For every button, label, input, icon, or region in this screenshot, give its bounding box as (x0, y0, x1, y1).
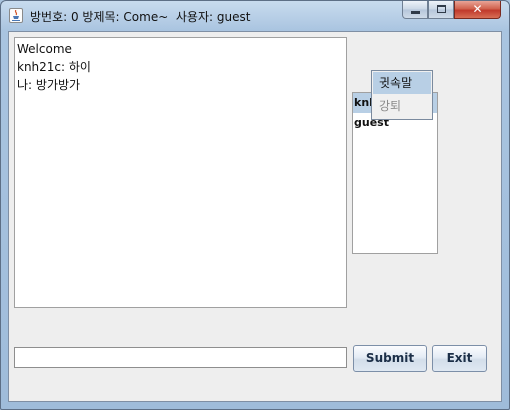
title-bar[interactable]: 방번호: 0 방제목: Come~ 사용자: guest ✕ (1, 1, 509, 31)
message-input[interactable] (14, 347, 347, 368)
menu-item-kick[interactable]: 강퇴 (373, 95, 431, 117)
chat-message: 나: 방가방가 (17, 78, 81, 92)
submit-button[interactable]: Submit (353, 345, 427, 372)
exit-button[interactable]: Exit (432, 345, 487, 372)
chat-window: 방번호: 0 방제목: Come~ 사용자: guest ✕ Welcome k… (0, 0, 510, 410)
menu-item-whisper[interactable]: 귓속말 (373, 72, 431, 94)
minimize-icon (411, 11, 420, 14)
window-title: 방번호: 0 방제목: Come~ 사용자: guest (30, 10, 251, 24)
maximize-button[interactable] (428, 1, 454, 19)
context-menu: 귓속말 강퇴 (371, 70, 433, 120)
java-cup-icon (9, 8, 23, 23)
maximize-icon (437, 5, 446, 13)
close-button[interactable]: ✕ (454, 1, 501, 19)
chat-log[interactable]: Welcome knh21c: 하이 나: 방가방가 (14, 37, 347, 308)
close-icon: ✕ (472, 2, 483, 16)
chat-message: Welcome (17, 42, 72, 56)
window-controls: ✕ (402, 1, 502, 20)
minimize-button[interactable] (402, 1, 428, 19)
chat-message: knh21c: 하이 (17, 60, 91, 74)
